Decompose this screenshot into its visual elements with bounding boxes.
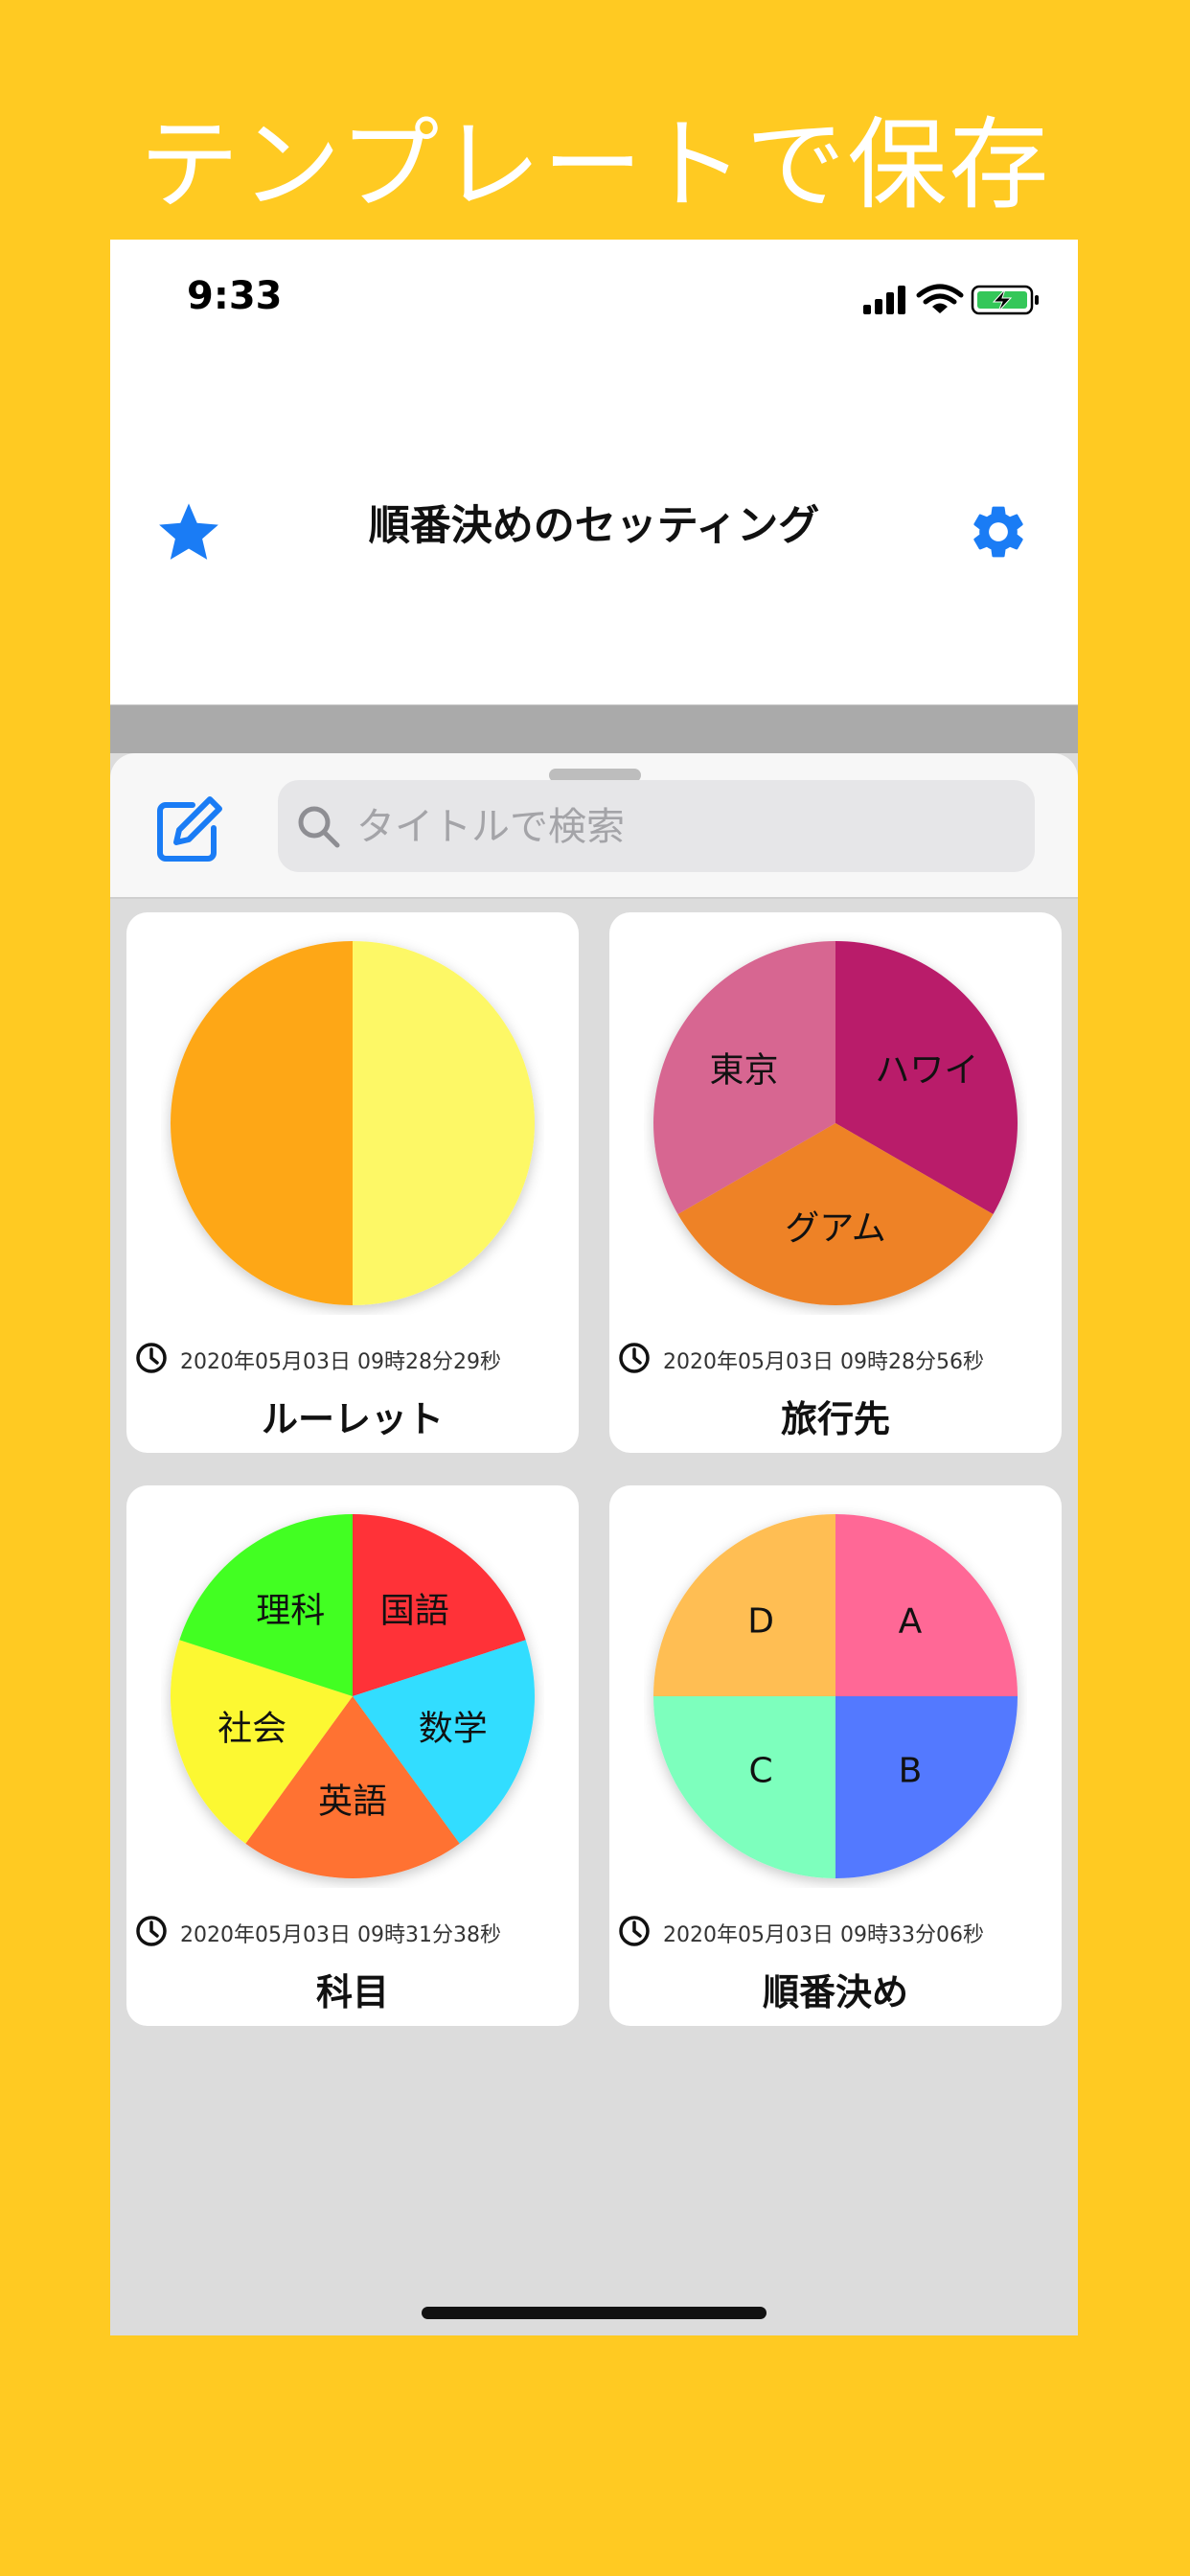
template-card[interactable]: 2020年05月03日 09時28分29秒 ルーレット	[126, 912, 579, 1453]
template-card[interactable]: 国語数学 英語 社会 理科 2020年05月03日 09時31分38秒 科目	[126, 1485, 579, 2026]
search-icon	[298, 806, 340, 848]
slice-label: A	[899, 1602, 923, 1642]
navigation-bar: 順番決めのセッティング	[110, 362, 1078, 706]
slice-label: 数学	[419, 1710, 488, 1749]
card-title: 順番決め	[762, 1971, 908, 2013]
search-bar[interactable]	[278, 780, 1035, 872]
card-date: 2020年05月03日 09時33分06秒	[663, 1923, 984, 1947]
sheet-header	[110, 753, 1078, 899]
pie-slice	[653, 1696, 835, 1878]
pie-slice	[353, 941, 535, 1305]
status-bar: 9:33	[110, 240, 1078, 362]
gear-icon[interactable]	[967, 500, 1030, 564]
wifi-icon	[916, 284, 964, 313]
clock-icon	[136, 1343, 167, 1373]
card-title: 旅行先	[780, 1398, 890, 1440]
slice-label: 英語	[318, 1782, 387, 1822]
pie-slice	[835, 1514, 1018, 1696]
signal-icon	[863, 286, 905, 314]
status-icons	[863, 284, 1039, 315]
dimmed-backdrop	[110, 705, 1078, 753]
slice-label: B	[899, 1751, 923, 1790]
clock-icon	[136, 1916, 167, 1946]
phone-screen: 9:33 順番決めのセッティング タイトルで検索 2020年05月03日 09時…	[110, 240, 1078, 2335]
card-title: 科目	[315, 1971, 389, 2013]
slice-label: グアム	[785, 1209, 885, 1249]
slice-label: ハワイ	[875, 1050, 978, 1090]
roulette-pie: ハワイグアム 東京	[653, 941, 1018, 1305]
card-date: 2020年05月03日 09時28分56秒	[663, 1350, 984, 1374]
slice-label: D	[747, 1602, 774, 1642]
status-time: 9:33	[187, 274, 283, 318]
clock-icon	[619, 1343, 650, 1373]
template-card[interactable]: ハワイグアム 東京 2020年05月03日 09時28分56秒 旅行先	[609, 912, 1062, 1453]
roulette-pie: A B C D	[653, 1514, 1018, 1878]
card-date: 2020年05月03日 09時31分38秒	[180, 1923, 501, 1947]
slice-label: 東京	[710, 1050, 779, 1090]
pie-slice	[653, 1514, 835, 1696]
clock-icon	[619, 1916, 650, 1946]
home-indicator[interactable]	[422, 2307, 767, 2319]
star-icon[interactable]	[154, 498, 223, 567]
promo-headline: テンプレートで保存	[139, 106, 1051, 223]
template-card[interactable]: A B C D 2020年05月03日 09時33分06秒 順番決め	[609, 1485, 1062, 2026]
slice-label: 理科	[256, 1591, 325, 1630]
slice-label: 国語	[380, 1591, 449, 1630]
battery-charging-icon	[971, 285, 1039, 315]
card-date: 2020年05月03日 09時28分29秒	[180, 1350, 501, 1374]
slice-label: 社会	[217, 1710, 286, 1749]
pie-slice	[171, 941, 353, 1305]
slice-label: C	[749, 1751, 773, 1790]
edit-icon[interactable]	[150, 792, 227, 868]
page-title: 順番決めのセッティング	[368, 502, 820, 550]
template-sheet: 2020年05月03日 09時28分29秒 ルーレット ハワイグアム 東京 202…	[110, 753, 1078, 2335]
search-input[interactable]	[355, 797, 1010, 857]
pie-slice	[835, 1696, 1018, 1878]
roulette-pie: 国語数学英語社会 理科	[171, 1514, 535, 1878]
card-title: ルーレット	[261, 1398, 444, 1440]
roulette-pie	[171, 941, 535, 1305]
